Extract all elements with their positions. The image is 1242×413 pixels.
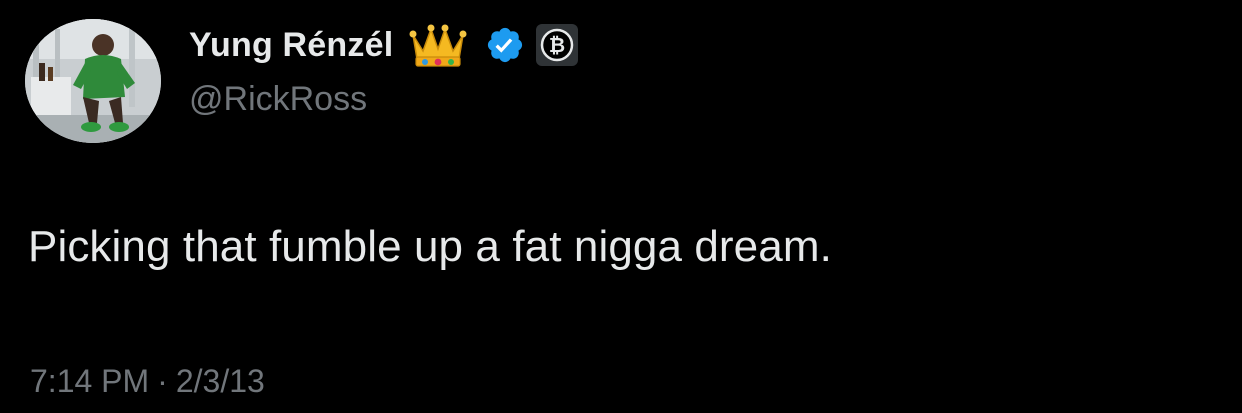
avatar-photo-icon bbox=[25, 19, 161, 143]
crown-emoji-icon bbox=[407, 21, 469, 69]
profile-avatar[interactable] bbox=[25, 19, 161, 143]
tweet-date: 2/3/13 bbox=[175, 363, 265, 399]
bitcoin-icon[interactable]: ₿ bbox=[535, 23, 579, 67]
name-row: Yung Rénzél ₿ bbox=[189, 18, 579, 72]
timestamp-separator: · bbox=[157, 363, 168, 399]
user-handle[interactable]: @RickRoss bbox=[189, 80, 579, 119]
verified-badge-icon[interactable] bbox=[485, 25, 525, 65]
display-name[interactable]: Yung Rénzél bbox=[189, 26, 393, 65]
tweet-timestamp[interactable]: 7:14 PM · 2/3/13 bbox=[30, 363, 265, 400]
tweet-time: 7:14 PM bbox=[30, 363, 150, 399]
tweet-card: Yung Rénzél ₿ @RickRoss Picking that fum… bbox=[0, 0, 1242, 413]
tweet-text: Picking that fumble up a fat nigga dream… bbox=[28, 222, 832, 271]
tweet-header: Yung Rénzél ₿ @RickRoss bbox=[189, 18, 579, 118]
svg-text:₿: ₿ bbox=[549, 33, 565, 57]
